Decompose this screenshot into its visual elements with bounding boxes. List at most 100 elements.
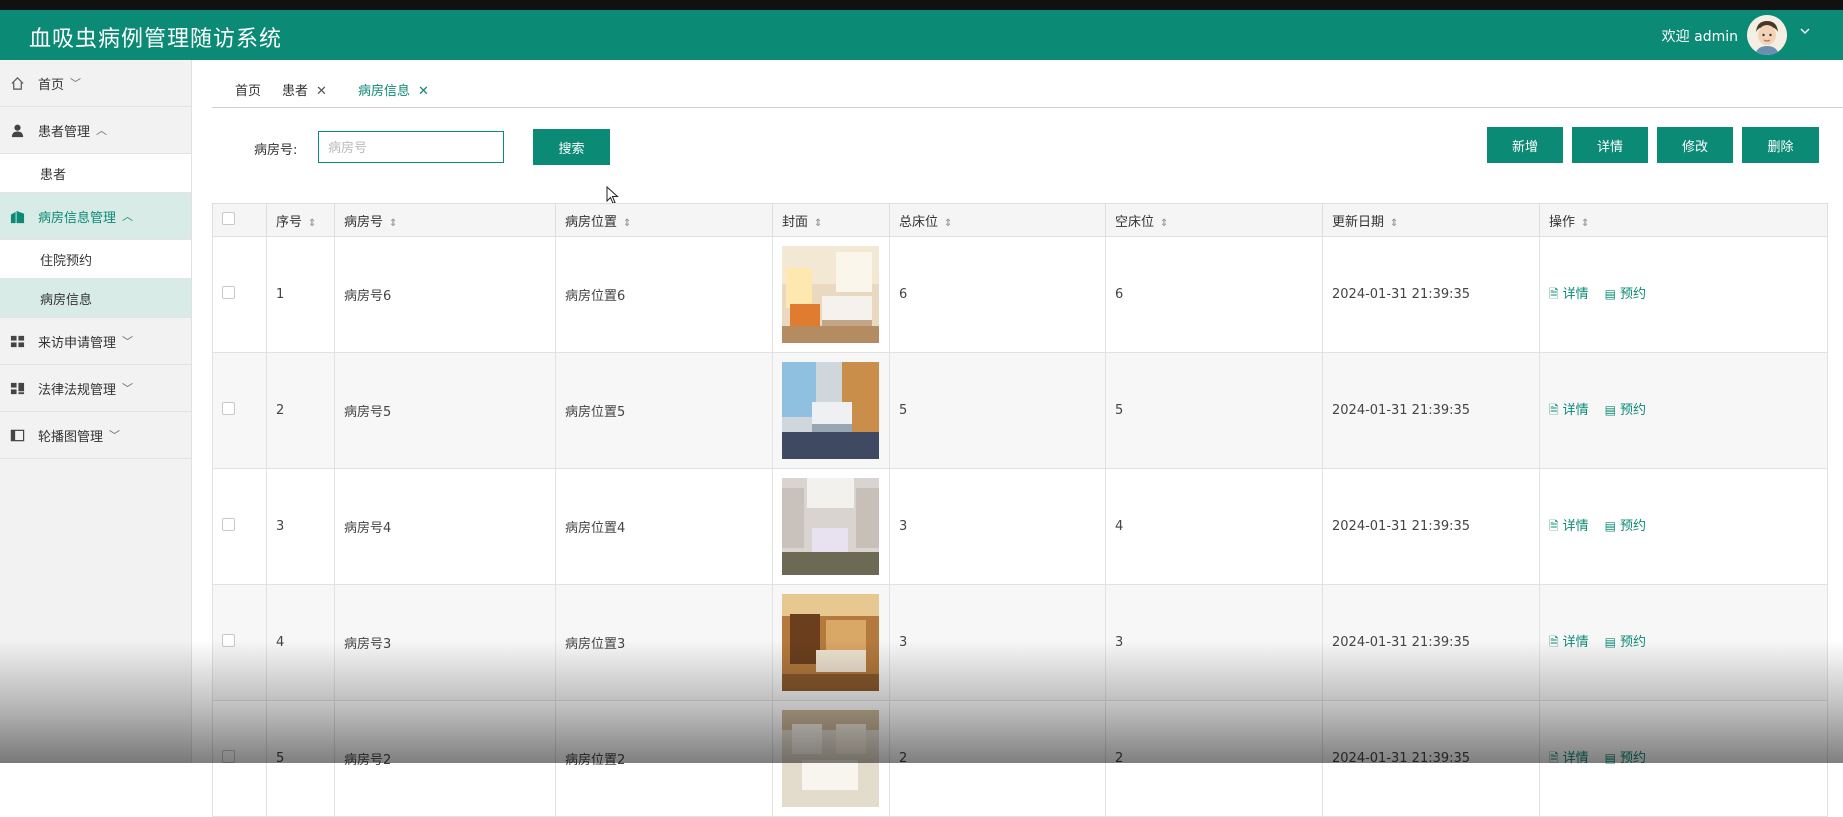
search-button[interactable]: 搜索: [533, 129, 610, 165]
add-button[interactable]: 新增: [1487, 127, 1563, 163]
row-booking-link[interactable]: ▤ 预约: [1605, 519, 1646, 534]
column-header[interactable]: 病房位置 ⇕: [555, 203, 773, 237]
sidebar-item-ward-management[interactable]: 病房信息管理 ︿: [0, 193, 191, 240]
close-icon[interactable]: ✕: [316, 84, 327, 99]
column-header[interactable]: 病房号 ⇕: [334, 203, 556, 237]
sidebar-item-label: 病房信息管理: [38, 210, 117, 226]
chevron-down-icon: ﹀: [122, 335, 134, 348]
app-title: 血吸虫病例管理随访系统: [29, 27, 283, 52]
cell-total-beds: 3: [889, 584, 1106, 701]
sort-icon[interactable]: ⇕: [944, 218, 952, 229]
cell-total-beds: 6: [889, 236, 1106, 353]
cell-room: 病房号5: [334, 352, 556, 469]
row-detail-link[interactable]: 🗎 详情: [1549, 519, 1589, 534]
cell-room: 病房号6: [334, 236, 556, 353]
select-all-checkbox[interactable]: [212, 203, 267, 237]
cell-no: 3: [266, 468, 335, 585]
sidebar-subitem-label: 病房信息: [40, 292, 93, 308]
column-header[interactable]: 封面 ⇕: [772, 203, 890, 237]
row-booking-link[interactable]: ▤ 预约: [1605, 751, 1646, 766]
row-detail-link[interactable]: 🗎 详情: [1549, 751, 1589, 766]
table-row[interactable]: 2 病房号5 病房位置5 5 5 2024-01-31 21:39:35 🗎 详情…: [212, 352, 1828, 469]
chevron-up-icon: ︿: [96, 124, 108, 137]
row-checkbox[interactable]: [212, 236, 267, 353]
search-input[interactable]: [318, 131, 504, 163]
chevron-down-icon: ﹀: [70, 77, 82, 90]
sidebar-item-visit-management[interactable]: 来访申请管理 ﹀: [0, 318, 191, 365]
document-icon: 🗎: [1549, 635, 1559, 649]
document-icon: 🗎: [1549, 287, 1559, 301]
column-header[interactable]: 空床位 ⇕: [1105, 203, 1323, 237]
sort-icon[interactable]: ⇕: [1581, 218, 1589, 229]
table-row[interactable]: 4 病房号3 病房位置3 3 3 2024-01-31 21:39:35 🗎 详情…: [212, 584, 1828, 701]
sort-icon[interactable]: ⇕: [389, 218, 397, 229]
table-row[interactable]: 3 病房号4 病房位置4 3 4 2024-01-31 21:39:35 🗎 详情…: [212, 468, 1828, 585]
column-header[interactable]: 总床位 ⇕: [889, 203, 1106, 237]
user-icon: [8, 122, 26, 138]
cell-no: 5: [266, 700, 335, 817]
room-cover-image: [782, 594, 879, 691]
delete-button[interactable]: 删除: [1742, 127, 1819, 163]
table-row[interactable]: 5 病房号2 病房位置2 2 2 2024-01-31 21:39:35 🗎 详情…: [212, 700, 1828, 817]
sidebar-item-label: 首页: [38, 77, 65, 93]
document-icon: 🗎: [1549, 751, 1559, 765]
cell-date: 2024-01-31 21:39:35: [1322, 584, 1540, 701]
row-detail-link[interactable]: 🗎 详情: [1549, 287, 1589, 302]
column-header[interactable]: 更新日期 ⇕: [1322, 203, 1540, 237]
tab-ward-info[interactable]: 病房信息 ✕: [358, 80, 429, 99]
sort-icon[interactable]: ⇕: [1390, 218, 1398, 229]
tab-home[interactable]: 首页: [235, 80, 261, 99]
row-detail-link[interactable]: 🗎 详情: [1549, 635, 1589, 650]
cell-actions: 🗎 详情 ▤ 预约: [1539, 584, 1828, 701]
sidebar-item-label: 法律法规管理: [38, 382, 117, 398]
row-checkbox[interactable]: [212, 700, 267, 817]
edit-button[interactable]: 修改: [1657, 127, 1733, 163]
sidebar-subitem-booking[interactable]: 住院预约: [0, 240, 191, 279]
close-icon[interactable]: ✕: [418, 84, 429, 99]
sidebar-item-patient-management[interactable]: 患者管理 ︿: [0, 107, 191, 154]
room-cover-image: [782, 478, 879, 575]
ward-table: 序号 ⇕ 病房号 ⇕ 病房位置 ⇕ 封面 ⇕ 总床位 ⇕ 空床位 ⇕ 更新日期 ⇕ 操作 ⇕ 1…: [212, 203, 1828, 817]
tab-label: 病房信息: [358, 84, 411, 99]
form-icon: ▤: [1604, 519, 1617, 533]
sidebar-item-label: 轮播图管理: [38, 429, 104, 445]
column-header[interactable]: 操作 ⇕: [1539, 203, 1828, 237]
sort-icon[interactable]: ⇕: [1160, 218, 1168, 229]
sidebar-item-carousel-management[interactable]: 轮播图管理 ﹀: [0, 412, 191, 459]
cell-actions: 🗎 详情 ▤ 预约: [1539, 352, 1828, 469]
panel-icon: [8, 427, 26, 443]
tab-patient[interactable]: 患者 ✕: [282, 80, 327, 99]
row-checkbox[interactable]: [212, 352, 267, 469]
sort-icon[interactable]: ⇕: [308, 218, 316, 229]
cell-room: 病房号4: [334, 468, 556, 585]
table-row[interactable]: 1 病房号6 病房位置6 6 6 2024-01-31 21:39:35 🗎 详情…: [212, 236, 1828, 353]
sidebar-subitem-label: 患者: [40, 167, 67, 183]
cell-no: 4: [266, 584, 335, 701]
cell-location: 病房位置2: [555, 700, 773, 817]
row-booking-link[interactable]: ▤ 预约: [1605, 635, 1646, 650]
cell-free-beds: 6: [1105, 236, 1323, 353]
row-checkbox[interactable]: [212, 468, 267, 585]
form-icon: ▤: [1604, 403, 1617, 417]
row-booking-link[interactable]: ▤ 预约: [1605, 403, 1646, 418]
cell-room: 病房号3: [334, 584, 556, 701]
cell-cover: [772, 236, 890, 353]
sidebar-subitem-ward-info[interactable]: 病房信息: [0, 279, 191, 318]
cell-free-beds: 4: [1105, 468, 1323, 585]
cell-cover: [772, 584, 890, 701]
chevron-down-icon[interactable]: [1799, 25, 1811, 41]
cell-date: 2024-01-31 21:39:35: [1322, 700, 1540, 817]
avatar[interactable]: [1747, 15, 1787, 55]
sidebar-item-label: 来访申请管理: [38, 335, 117, 351]
row-booking-link[interactable]: ▤ 预约: [1605, 287, 1646, 302]
row-checkbox[interactable]: [212, 584, 267, 701]
sidebar-item-home[interactable]: 首页 ﹀: [0, 60, 191, 107]
row-detail-link[interactable]: 🗎 详情: [1549, 403, 1589, 418]
sort-icon[interactable]: ⇕: [623, 218, 631, 229]
sidebar-item-law-management[interactable]: 法律法规管理 ﹀: [0, 365, 191, 412]
document-icon: 🗎: [1549, 519, 1559, 533]
column-header[interactable]: 序号 ⇕: [266, 203, 335, 237]
sidebar-subitem-patient[interactable]: 患者: [0, 154, 191, 193]
sort-icon[interactable]: ⇕: [814, 218, 822, 229]
detail-button[interactable]: 详情: [1572, 127, 1648, 163]
